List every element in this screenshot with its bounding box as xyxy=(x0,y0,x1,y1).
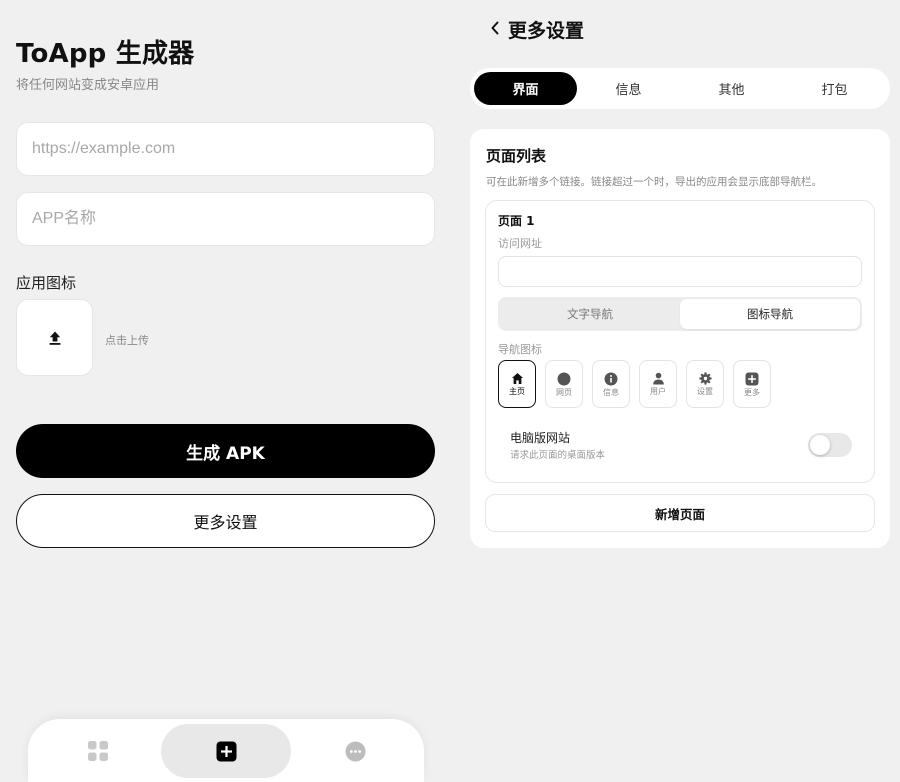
page-url-label: 访问网址 xyxy=(498,237,542,250)
navicon-label: 用户 xyxy=(650,387,666,396)
back-button[interactable] xyxy=(485,18,505,38)
page-list-description: 可在此新增多个链接。链接超过一个时，导出的应用会显示底部导航栏。 xyxy=(486,176,822,188)
user-icon xyxy=(652,372,664,385)
tab-info[interactable]: 信息 xyxy=(577,72,680,105)
navicon-info[interactable]: 信息 xyxy=(592,360,630,408)
desktop-site-description: 请求此页面的桌面版本 xyxy=(510,450,606,461)
home-icon xyxy=(511,373,523,384)
upload-hint: 点击上传 xyxy=(105,334,149,347)
toggle-knob xyxy=(810,435,830,455)
settings-tabs: 界面 信息 其他 打包 xyxy=(470,68,890,109)
upload-arrow-icon xyxy=(49,331,60,345)
desktop-site-toggle[interactable] xyxy=(808,433,852,457)
settings-panel: 更多设置 界面 信息 其他 打包 页面列表 可在此新增多个链接。链接超过一个时，… xyxy=(450,0,900,782)
desktop-site-title: 电脑版网站 xyxy=(510,431,571,445)
app-title: ToApp 生成器 xyxy=(16,39,195,69)
generator-panel: ToApp 生成器 将任何网站变成安卓应用 应用图标 点击上传 生成 APK 更… xyxy=(0,0,450,782)
url-input[interactable] xyxy=(16,122,435,176)
tab-package[interactable]: 打包 xyxy=(783,72,886,105)
page-name: 页面 1 xyxy=(498,214,535,228)
gear-icon xyxy=(698,372,712,385)
navicon-label: 设置 xyxy=(697,387,713,396)
nav-icon-label: 导航图标 xyxy=(498,343,542,356)
nav-icon-picker: 主页 网页 信息 用户 设置 更多 xyxy=(498,360,862,408)
page-url-input[interactable] xyxy=(498,256,862,287)
plus-square-icon xyxy=(745,372,759,385)
nav-apps[interactable] xyxy=(58,724,138,778)
plus-square-icon xyxy=(216,741,236,761)
app-icon-label: 应用图标 xyxy=(16,274,77,292)
app-subtitle: 将任何网站变成安卓应用 xyxy=(16,78,160,93)
navicon-more[interactable]: 更多 xyxy=(733,360,771,408)
tab-interface[interactable]: 界面 xyxy=(474,72,577,105)
more-settings-button[interactable]: 更多设置 xyxy=(16,494,435,548)
text-nav-option[interactable]: 文字导航 xyxy=(500,299,680,329)
navicon-settings[interactable]: 设置 xyxy=(686,360,724,408)
ellipsis-circle-icon xyxy=(345,741,365,761)
settings-title: 更多设置 xyxy=(508,20,585,42)
page-item: 页面 1 访问网址 文字导航 图标导航 导航图标 主页 网页 信息 用户 设置 … xyxy=(485,200,875,483)
navicon-label: 网页 xyxy=(556,387,572,397)
generate-apk-button[interactable]: 生成 APK xyxy=(16,424,435,478)
tab-other[interactable]: 其他 xyxy=(680,72,783,105)
icon-nav-option[interactable]: 图标导航 xyxy=(680,299,860,329)
nav-more[interactable] xyxy=(315,724,395,778)
page-list-card: 页面列表 可在此新增多个链接。链接超过一个时，导出的应用会显示底部导航栏。 页面… xyxy=(470,129,890,548)
info-icon xyxy=(604,372,618,385)
nav-type-segmented: 文字导航 图标导航 xyxy=(498,297,862,331)
globe-icon xyxy=(557,372,571,385)
bottom-nav xyxy=(28,719,424,782)
chevron-left-icon xyxy=(491,21,499,35)
navicon-home[interactable]: 主页 xyxy=(498,360,536,408)
grid-icon xyxy=(88,741,108,761)
app-name-input[interactable] xyxy=(16,192,435,246)
nav-create[interactable] xyxy=(161,724,291,778)
navicon-user[interactable]: 用户 xyxy=(639,360,677,408)
navicon-label: 信息 xyxy=(603,387,619,397)
icon-upload-button[interactable] xyxy=(16,299,93,376)
navicon-label: 主页 xyxy=(509,387,525,396)
page-list-title: 页面列表 xyxy=(486,147,547,165)
navicon-label: 更多 xyxy=(744,387,760,397)
add-page-button[interactable]: 新增页面 xyxy=(485,494,875,532)
navicon-web[interactable]: 网页 xyxy=(545,360,583,408)
